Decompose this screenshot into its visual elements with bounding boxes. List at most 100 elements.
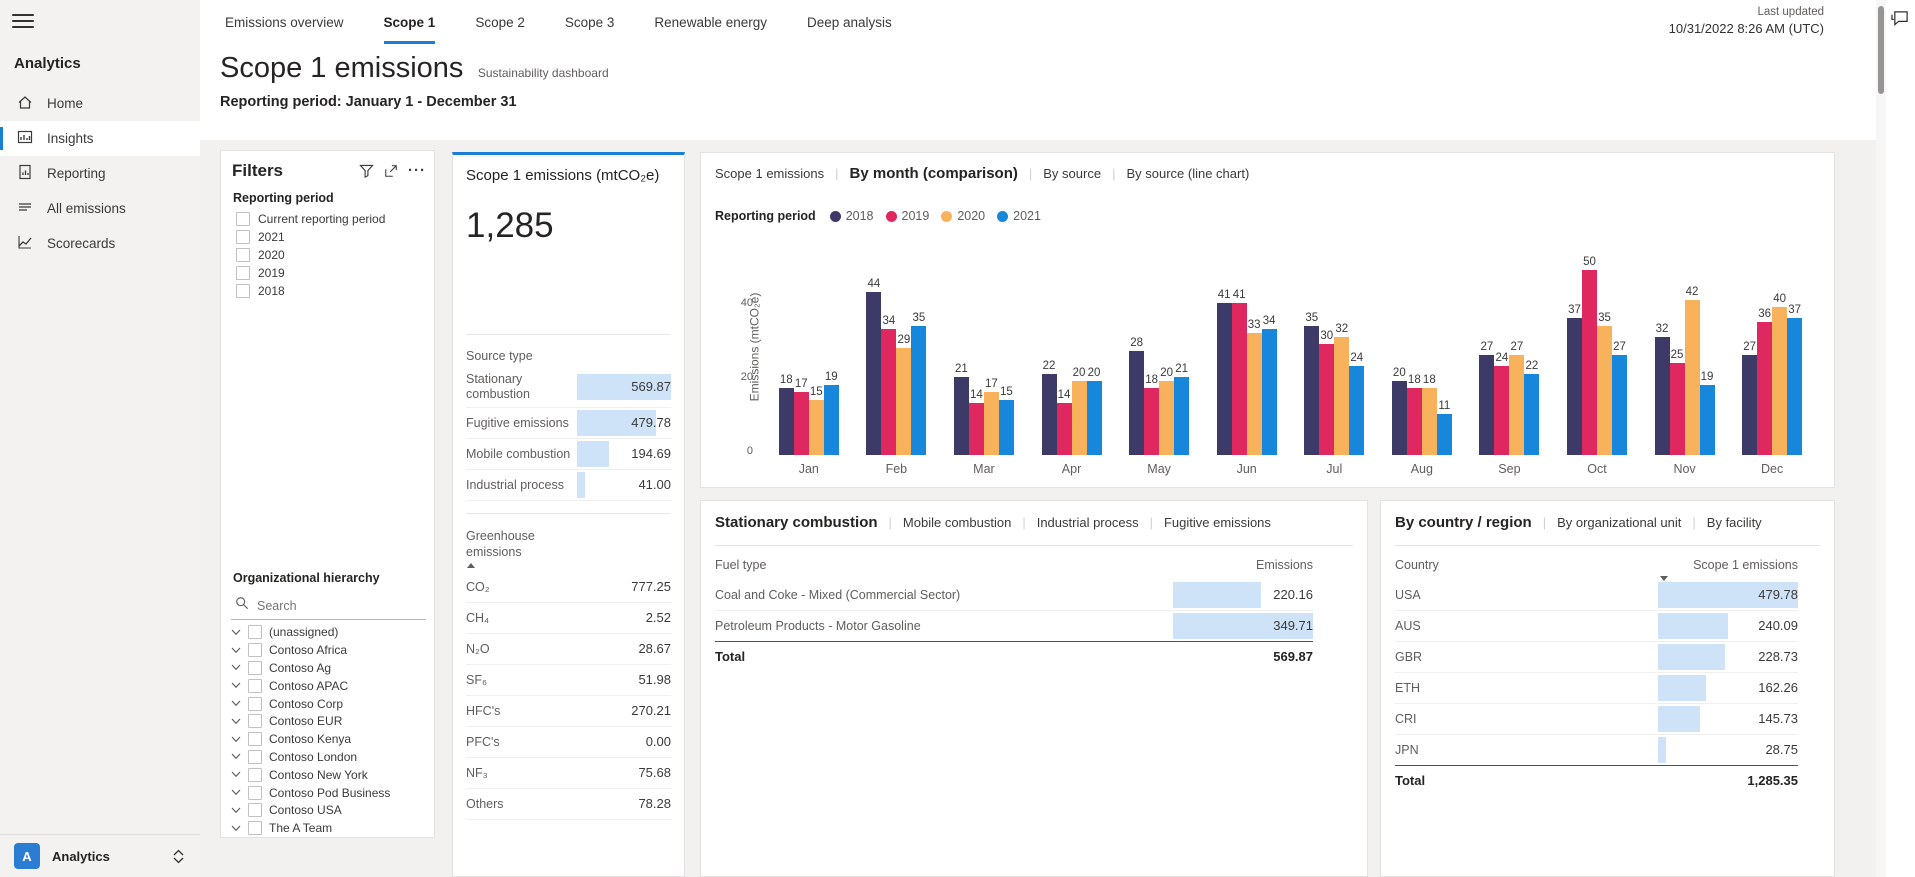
tree-item-contoso-new-york[interactable]: Contoso New York (221, 766, 434, 784)
greenhouse-row-hfc-s[interactable]: HFC's 270.21 (466, 696, 671, 727)
tree-item-unassigned[interactable]: (unassigned) (221, 623, 434, 641)
fuel-tab-fugitive-emissions[interactable]: Fugitive emissions (1164, 515, 1271, 530)
bar-rect[interactable] (1742, 355, 1758, 455)
feedback-chat-icon[interactable] (1891, 10, 1910, 32)
bar-rect[interactable] (896, 347, 912, 455)
bar-2021-oct[interactable]: 27 (1611, 341, 1627, 455)
checkbox-icon[interactable] (236, 284, 250, 298)
bar-2018-aug[interactable]: 20 (1391, 367, 1407, 455)
checkbox-icon[interactable] (248, 749, 262, 764)
chart-tab-scope-1-emissions[interactable]: Scope 1 emissions (715, 166, 824, 181)
hierarchy-search[interactable] (231, 592, 426, 621)
bar-2019-may[interactable]: 18 (1144, 374, 1160, 455)
bar-rect[interactable] (1056, 403, 1072, 455)
bar-rect[interactable] (1231, 303, 1247, 455)
tree-item-contoso-london[interactable]: Contoso London (221, 748, 434, 766)
bar-rect[interactable] (1787, 318, 1803, 455)
checkbox-icon[interactable] (248, 714, 262, 729)
bar-2019-sep[interactable]: 24 (1494, 352, 1510, 455)
fuel-tab-mobile-combustion[interactable]: Mobile combustion (903, 515, 1011, 530)
sidebar-item-reporting[interactable]: Reporting (0, 156, 200, 191)
tab-deep-analysis[interactable]: Deep analysis (807, 0, 892, 44)
fuel-tab-stationary-combustion[interactable]: Stationary combustion (715, 514, 878, 531)
sidebar-item-insights[interactable]: Insights (0, 121, 200, 156)
bar-2018-feb[interactable]: 44 (866, 278, 882, 455)
country-row-cri[interactable]: CRI 145.73 (1395, 704, 1798, 735)
greenhouse-row-n-o[interactable]: N₂O 28.67 (466, 634, 671, 665)
bar-2019-jan[interactable]: 17 (793, 378, 809, 455)
bar-rect[interactable] (1772, 307, 1788, 455)
checkbox-icon[interactable] (248, 643, 262, 658)
greenhouse-row-pfc-s[interactable]: PFC's 0.00 (466, 727, 671, 758)
bar-2019-oct[interactable]: 50 (1581, 256, 1597, 455)
bar-rect[interactable] (1596, 325, 1612, 455)
checkbox-icon[interactable] (248, 660, 262, 675)
bar-2019-dec[interactable]: 36 (1757, 308, 1773, 455)
legend-item-2019[interactable]: 2019 (885, 209, 929, 223)
filter-funnel-icon[interactable] (359, 164, 374, 178)
fuel-row-coal-and-coke-mixed-commercial-sector[interactable]: Coal and Coke - Mixed (Commercial Sector… (715, 580, 1313, 611)
bar-2021-sep[interactable]: 22 (1524, 360, 1540, 455)
checkbox-icon[interactable] (248, 732, 262, 747)
filter-option-2020[interactable]: 2020 (221, 246, 434, 264)
bar-2018-sep[interactable]: 27 (1479, 341, 1495, 455)
bar-2020-dec[interactable]: 40 (1772, 293, 1788, 455)
more-options-icon[interactable]: ··· (408, 163, 426, 178)
tab-renewable-energy[interactable]: Renewable energy (654, 0, 767, 44)
bar-rect[interactable] (1479, 355, 1495, 455)
country-row-jpn[interactable]: JPN 28.75 (1395, 735, 1798, 766)
source-type-row-stationary-combustion[interactable]: Stationary combustion 569.87 (466, 367, 671, 408)
sidebar-item-home[interactable]: Home (0, 86, 200, 121)
checkbox-icon[interactable] (248, 803, 262, 818)
country-tab-by-organizational-unit[interactable]: By organizational unit (1557, 515, 1681, 530)
bar-rect[interactable] (866, 292, 882, 455)
country-row-aus[interactable]: AUS 240.09 (1395, 611, 1798, 642)
sidebar-item-all-emissions[interactable]: All emissions (0, 191, 200, 226)
bar-2020-oct[interactable]: 35 (1596, 312, 1612, 455)
scrollbar-thumb[interactable] (1878, 6, 1884, 94)
tab-emissions-overview[interactable]: Emissions overview (225, 0, 344, 44)
bar-rect[interactable] (1611, 355, 1627, 455)
bar-rect[interactable] (1757, 321, 1773, 455)
checkbox-icon[interactable] (248, 625, 262, 640)
bar-2018-oct[interactable]: 37 (1566, 304, 1582, 455)
bar-rect[interactable] (1669, 362, 1685, 455)
bar-rect[interactable] (983, 392, 999, 455)
bar-rect[interactable] (1144, 388, 1160, 455)
chevron-down-icon[interactable] (231, 682, 241, 689)
chevron-down-icon[interactable] (231, 789, 241, 796)
kpi-card-scope1-emissions[interactable]: Scope 1 emissions (mtCO₂e) 1,285 Source … (452, 152, 685, 877)
bar-2020-jul[interactable]: 32 (1334, 323, 1350, 455)
country-row-gbr[interactable]: GBR 228.73 (1395, 642, 1798, 673)
bar-rect[interactable] (1334, 336, 1350, 455)
checkbox-icon[interactable] (248, 767, 262, 782)
bar-2018-mar[interactable]: 21 (953, 363, 969, 455)
bar-2020-jun[interactable]: 33 (1246, 319, 1262, 455)
chart-tab-by-month-comparison[interactable]: By month (comparison) (850, 165, 1018, 182)
bar-2018-may[interactable]: 28 (1129, 337, 1145, 455)
bar-rect[interactable] (1494, 366, 1510, 455)
emissions-column-header[interactable]: Emissions (1173, 558, 1313, 572)
bar-chart-plot-area[interactable]: Emissions (mtCO₂e) 18 17 15 19 Jan 44 34 29 35 Fe… (741, 247, 1816, 479)
bar-rect[interactable] (1406, 388, 1422, 455)
filter-option-2018[interactable]: 2018 (221, 282, 434, 300)
bar-rect[interactable] (1509, 355, 1525, 455)
chevron-down-icon[interactable] (231, 736, 241, 743)
country-tab-by-country-region[interactable]: By country / region (1395, 514, 1532, 531)
bar-rect[interactable] (1041, 373, 1057, 455)
bar-rect[interactable] (1654, 336, 1670, 455)
bar-rect[interactable] (1071, 381, 1087, 455)
tree-item-the-a-team[interactable]: The A Team (221, 819, 434, 837)
tab-scope-1[interactable]: Scope 1 (383, 0, 436, 44)
bar-rect[interactable] (1216, 303, 1232, 455)
legend-item-2018[interactable]: 2018 (829, 209, 874, 223)
bar-2021-apr[interactable]: 20 (1086, 367, 1102, 455)
bar-2018-jun[interactable]: 41 (1216, 289, 1232, 455)
bar-2020-apr[interactable]: 20 (1071, 367, 1087, 455)
checkbox-icon[interactable] (236, 248, 250, 262)
chart-tab-by-source[interactable]: By source (1043, 166, 1101, 181)
bar-2021-feb[interactable]: 35 (911, 312, 927, 455)
bar-2019-jul[interactable]: 30 (1319, 330, 1335, 455)
bar-2019-aug[interactable]: 18 (1406, 374, 1422, 455)
fuel-row-petroleum-products-motor-gasoline[interactable]: Petroleum Products - Motor Gasoline 349.7… (715, 611, 1313, 642)
